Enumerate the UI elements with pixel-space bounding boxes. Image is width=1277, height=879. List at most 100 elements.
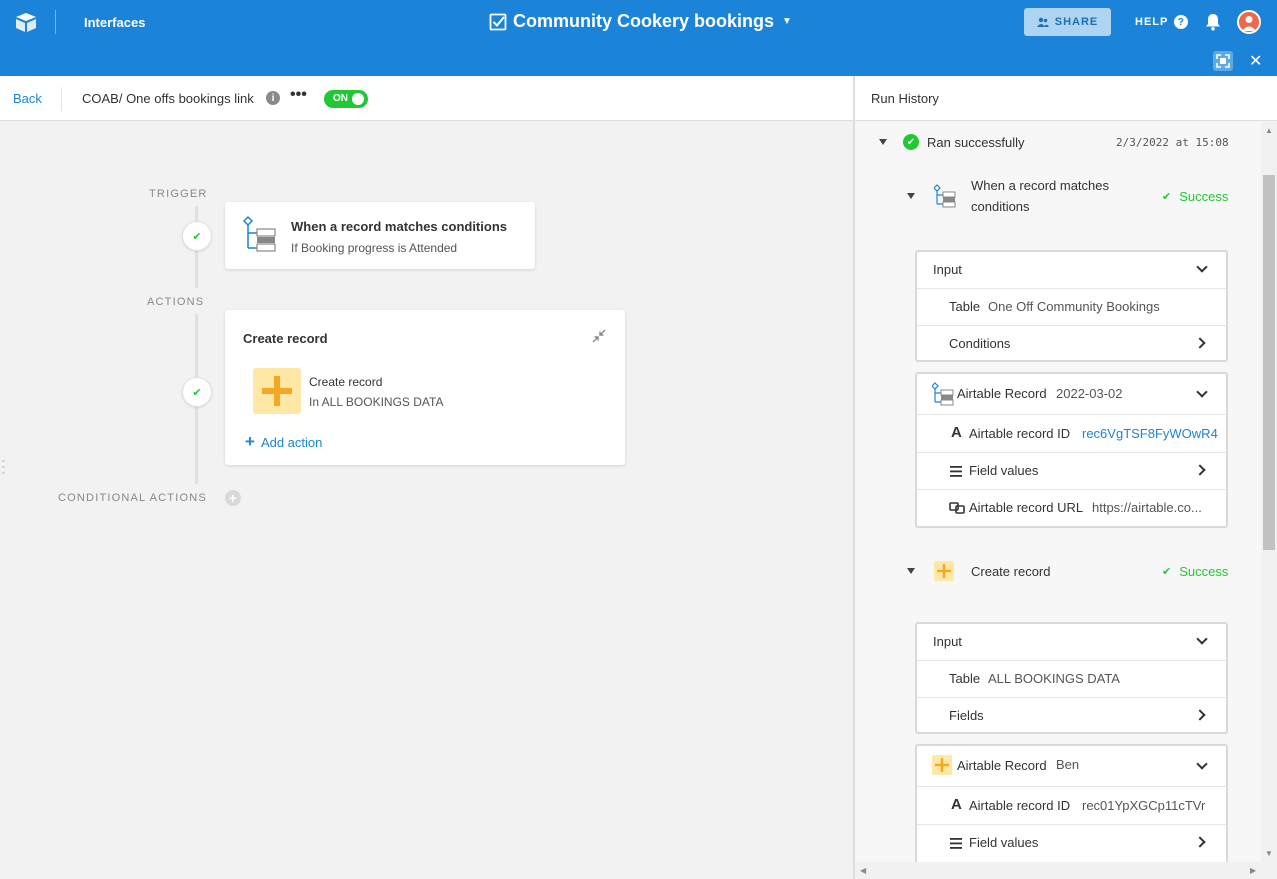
trigger-status-check-icon: ✔ [182,221,212,251]
action-input-box: Input Table ALL BOOKINGS DATA Fields [915,622,1228,734]
toggle-knob [352,93,364,105]
add-conditional-action-icon[interactable]: + [225,490,241,506]
trigger-step-status: ✔ Success [1162,189,1228,204]
run-history-header: Run History [855,76,1277,121]
conditions-row[interactable]: Conditions [917,325,1226,362]
toggle-label: ON [333,93,348,104]
trigger-input-box: Input Table One Off Community Bookings C… [915,250,1228,362]
record-id-row: A Airtable record ID rec6VgTSF8FyWOwR4 [917,414,1226,452]
help-label: HELP [1135,16,1169,28]
conditional-actions-label: CONDITIONAL ACTIONS [58,492,207,504]
table-row: Table ALL BOOKINGS DATA [917,660,1226,697]
more-options-icon[interactable]: ••• [290,86,307,104]
input-header-row[interactable]: Input [917,624,1226,660]
record-header-row[interactable]: Airtable Record 2022-03-02 [917,374,1226,414]
condition-trigger-icon [934,184,956,208]
help-button[interactable]: HELP ? [1135,15,1189,29]
base-title-dropdown[interactable]: Community Cookery bookings ▼ [489,11,792,32]
record-value: Ben [1056,757,1080,772]
chevron-right-icon [1194,337,1206,349]
action-step-status-label: Success [1179,564,1229,579]
table-value: ALL BOOKINGS DATA [988,671,1120,686]
field-values-row[interactable]: Field values [917,824,1226,861]
success-check-icon: ✔ [903,134,919,150]
action-step-name[interactable]: Create record [971,564,1050,579]
add-action-label: Add action [260,434,323,450]
record-url-value[interactable]: https://airtable.co... [1092,500,1202,515]
fields-row[interactable]: Fields [917,697,1226,734]
actions-section-label: ACTIONS [147,296,205,308]
chevron-down-icon [1196,261,1208,273]
collapse-triangle-icon[interactable] [879,139,887,145]
trigger-step-name[interactable]: When a record matches [971,178,1109,193]
record-header-row[interactable]: Airtable Record Ben [917,746,1226,786]
action-status-check-icon: ✔ [182,377,212,407]
link-icon [949,502,965,514]
record-url-row: Airtable record URL https://airtable.co.… [917,489,1226,526]
drag-handle-icon[interactable] [2,458,5,478]
input-header-row[interactable]: Input [917,252,1226,288]
topbar-divider [55,10,56,34]
check-icon: ✔ [1162,191,1172,203]
user-avatar[interactable] [1237,10,1261,34]
trigger-step-name-line2: conditions [971,199,1030,214]
scroll-left-icon[interactable]: ◀ [860,866,866,875]
automation-name[interactable]: COAB/ One offs bookings link [82,91,254,106]
trigger-section-label: TRIGGER [149,188,208,200]
fields-label: Fields [949,708,984,723]
record-url-key: Airtable record URL [969,500,1084,515]
list-icon [950,466,962,477]
share-button[interactable]: SHARE [1024,8,1111,36]
record-id-key: Airtable record ID [969,798,1071,813]
record-id-key: Airtable record ID [969,426,1071,441]
scrollbar-thumb[interactable] [1263,175,1275,550]
run-status[interactable]: Ran successfully [927,135,1025,150]
conditions-label: Conditions [949,336,1011,351]
run-history-body: ✔ Ran successfully 2/3/2022 at 15:08 Whe… [855,122,1261,862]
checkbox-icon [489,13,507,30]
action-group-card: Create record Create record In ALL BOOKI… [225,310,625,465]
chevron-right-icon [1194,464,1206,476]
info-icon[interactable]: i [266,91,280,105]
field-values-row[interactable]: Field values [917,452,1226,489]
scroll-up-icon[interactable]: ▲ [1265,126,1273,135]
collapse-triangle-icon[interactable] [907,568,915,574]
run-history-title: Run History [871,91,939,106]
bell-icon[interactable] [1205,13,1221,31]
scroll-right-icon[interactable]: ▶ [1250,866,1256,875]
record-id-value[interactable]: rec6VgTSF8FyWOwR4 [1082,426,1218,441]
record-id-row: A Airtable record ID rec01YpXGCp11cTVr [917,786,1226,824]
close-icon[interactable]: ✕ [1249,51,1262,71]
record-value: 2022-03-02 [1056,386,1123,401]
help-icon: ? [1174,15,1189,29]
record-label: Airtable Record [957,758,1047,773]
check-icon: ✔ [1162,566,1172,578]
trigger-title: When a record matches conditions [291,219,507,234]
user-icon [1242,16,1256,31]
caret-down-icon: ▼ [782,16,792,27]
base-title: Community Cookery bookings [513,11,775,31]
fullscreen-icon[interactable] [1213,51,1233,71]
trigger-card[interactable]: When a record matches conditions If Book… [225,202,535,269]
add-action-button[interactable]: + Add action [245,432,322,452]
interfaces-tab[interactable]: Interfaces [84,15,145,30]
table-row: Table One Off Community Bookings [917,288,1226,325]
horizontal-scrollbar[interactable] [855,862,1277,879]
action-name[interactable]: Create record [309,375,382,389]
automation-toggle[interactable]: ON [324,90,368,108]
list-icon [950,838,962,849]
back-button[interactable]: Back [13,91,42,106]
collapse-triangle-icon[interactable] [907,193,915,199]
create-record-icon [934,561,954,581]
chevron-right-icon [1194,836,1206,848]
airtable-logo-icon[interactable] [14,11,38,33]
scroll-down-icon[interactable]: ▼ [1265,849,1273,858]
trigger-record-box: Airtable Record 2022-03-02 A Airtable re… [915,372,1228,528]
field-values-label: Field values [969,835,1039,850]
create-record-icon[interactable] [253,368,301,414]
table-key: Table [949,299,981,314]
action-subtitle: In ALL BOOKINGS DATA [309,395,444,409]
collapse-icon[interactable] [592,329,606,343]
text-field-icon: A [951,796,962,813]
field-values-label: Field values [969,463,1039,478]
